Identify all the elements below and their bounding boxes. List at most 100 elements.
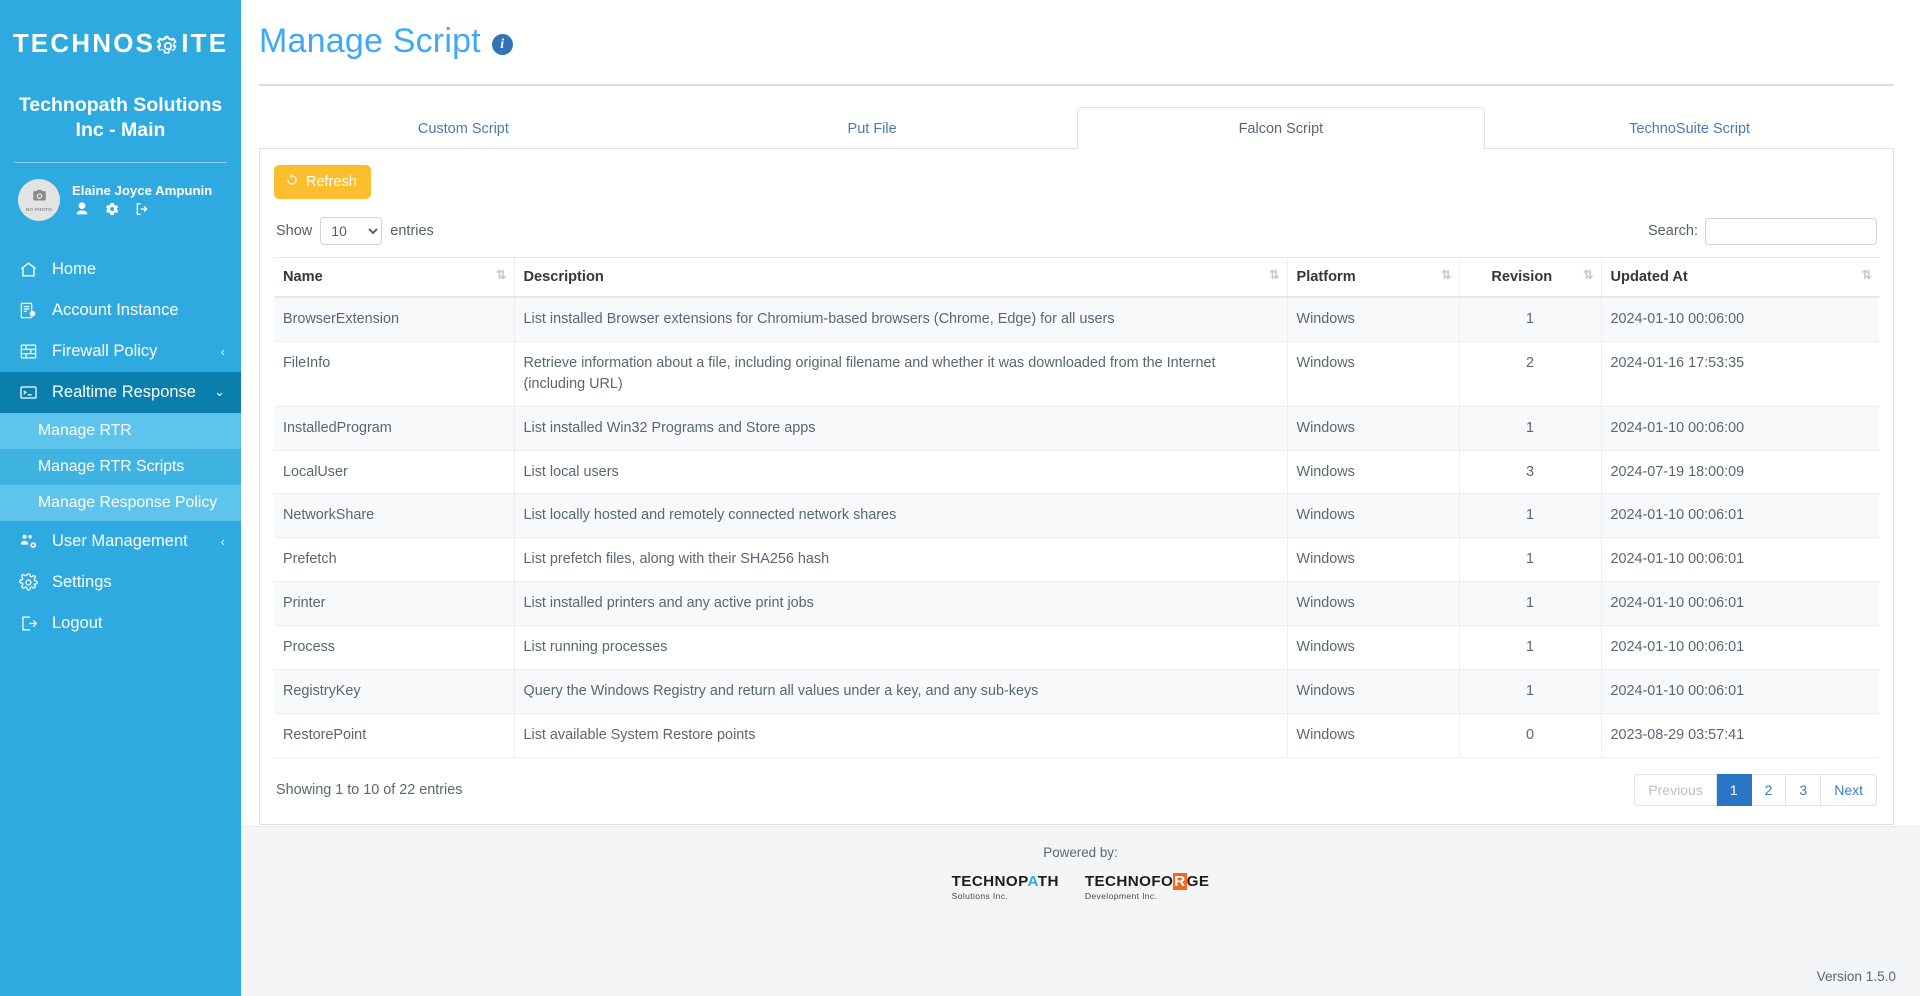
sidebar-nav: Home Account Instance Firewall Policy ‹ — [0, 249, 241, 644]
profile-icon[interactable] — [74, 201, 90, 217]
user-block: NO PHOTO Elaine Joyce Ampunin — [0, 163, 241, 235]
tab-label: Custom Script — [418, 121, 509, 137]
cell-platform: Windows — [1287, 713, 1459, 757]
pagination-previous[interactable]: Previous — [1634, 774, 1716, 807]
tab-bar: Custom Script Put File Falcon Script Tec… — [259, 107, 1894, 149]
cell-name: BrowserExtension — [274, 297, 514, 341]
tab-panel: Refresh Show 10 25 50 100 entries — [259, 149, 1894, 825]
sidebar-item-label: Logout — [52, 614, 102, 633]
pagination-page-1[interactable]: 1 — [1717, 774, 1752, 807]
sidebar-item-account-instance[interactable]: Account Instance — [0, 290, 241, 331]
tab-technosuite-script[interactable]: TechnoSuite Script — [1485, 107, 1894, 149]
table-info: Showing 1 to 10 of 22 entries — [276, 782, 462, 798]
table-row[interactable]: InstalledProgram List installed Win32 Pr… — [274, 406, 1879, 450]
cell-revision: 2 — [1459, 341, 1601, 406]
sidebar-item-firewall-policy[interactable]: Firewall Policy ‹ — [0, 331, 241, 372]
sidebar-item-settings[interactable]: Settings — [0, 562, 241, 603]
sidebar-subitem-label: Manage RTR Scripts — [38, 458, 184, 475]
tab-custom-script[interactable]: Custom Script — [259, 107, 668, 149]
technopath-logo-name: TECHNOPATH — [952, 874, 1059, 889]
cell-description: List installed printers and any active p… — [514, 582, 1287, 626]
page-length-select[interactable]: 10 25 50 100 — [320, 217, 382, 245]
pagination-page-3[interactable]: 3 — [1786, 774, 1821, 807]
page-title: Manage Script i — [259, 18, 1894, 61]
sidebar-item-logout[interactable]: Logout — [0, 603, 241, 644]
sidebar-item-manage-rtr-scripts[interactable]: Manage RTR Scripts — [0, 449, 241, 485]
brand-logo[interactable]: TECHNOS ITE — [0, 20, 241, 65]
title-rule — [259, 84, 1894, 86]
table-row[interactable]: Printer List installed printers and any … — [274, 582, 1879, 626]
tab-label: Put File — [848, 121, 897, 137]
table-header-row: ⇅ Name ⇅ Description ⇅ Platform — [274, 258, 1879, 298]
cell-platform: Windows — [1287, 406, 1459, 450]
tab-label: TechnoSuite Script — [1629, 121, 1750, 137]
sidebar-item-label: User Management — [52, 532, 188, 551]
table-row[interactable]: FileInfo Retrieve information about a fi… — [274, 341, 1879, 406]
cell-updated-at: 2024-07-19 18:00:09 — [1601, 450, 1879, 494]
table-row[interactable]: NetworkShare List locally hosted and rem… — [274, 494, 1879, 538]
chevron-left-icon[interactable]: ‹ — [221, 534, 225, 549]
avatar[interactable]: NO PHOTO — [18, 179, 60, 221]
sort-icon: ⇅ — [1441, 269, 1449, 282]
main-area: Manage Script i Custom Script Put File F… — [241, 0, 1920, 996]
column-label: Description — [524, 269, 604, 285]
user-actions — [72, 201, 212, 217]
footer-logos: TECHNOPATH Solutions Inc. TECHNOFORGE De… — [241, 874, 1920, 901]
column-header-updated-at[interactable]: ⇅ Updated At — [1601, 258, 1879, 298]
cell-platform: Windows — [1287, 538, 1459, 582]
page-length-control: Show 10 25 50 100 entries — [276, 217, 434, 245]
cell-revision: 1 — [1459, 494, 1601, 538]
brand-name-part2: ITE — [181, 28, 228, 59]
cell-revision: 1 — [1459, 406, 1601, 450]
cell-updated-at: 2024-01-10 00:06:00 — [1601, 406, 1879, 450]
refresh-icon — [285, 173, 299, 191]
search-input[interactable] — [1705, 218, 1877, 245]
info-icon[interactable]: i — [492, 34, 513, 55]
search-label: Search: — [1648, 223, 1698, 239]
column-header-name[interactable]: ⇅ Name — [274, 258, 514, 298]
table-row[interactable]: Prefetch List prefetch files, along with… — [274, 538, 1879, 582]
brand-name-part1: TECHNOS — [13, 28, 156, 59]
cell-name: Printer — [274, 582, 514, 626]
table-row[interactable]: Process List running processes Windows 1… — [274, 626, 1879, 670]
cell-description: List available System Restore points — [514, 713, 1287, 757]
sidebar-item-manage-response-policy[interactable]: Manage Response Policy — [0, 485, 241, 521]
column-header-revision[interactable]: ⇅ Revision — [1459, 258, 1601, 298]
column-header-description[interactable]: ⇅ Description — [514, 258, 1287, 298]
pagination-next[interactable]: Next — [1821, 774, 1877, 807]
table-head: ⇅ Name ⇅ Description ⇅ Platform — [274, 258, 1879, 298]
cell-updated-at: 2024-01-10 00:06:01 — [1601, 494, 1879, 538]
tab-falcon-script[interactable]: Falcon Script — [1077, 107, 1486, 149]
table-row[interactable]: RestorePoint List available System Resto… — [274, 713, 1879, 757]
logo-text-a: TECHNOP — [952, 873, 1028, 890]
cell-description: List local users — [514, 450, 1287, 494]
sidebar-item-manage-rtr[interactable]: Manage RTR — [0, 413, 241, 449]
table-row[interactable]: BrowserExtension List installed Browser … — [274, 297, 1879, 341]
account-instance-icon — [18, 301, 39, 320]
refresh-label: Refresh — [306, 174, 357, 190]
technoforge-logo-subtitle: Development Inc. — [1085, 892, 1210, 901]
sidebar-item-label: Realtime Response — [52, 383, 196, 402]
table-row[interactable]: RegistryKey Query the Windows Registry a… — [274, 669, 1879, 713]
sidebar-item-realtime-response[interactable]: Realtime Response ⌄ — [0, 372, 241, 413]
cell-name: FileInfo — [274, 341, 514, 406]
refresh-button[interactable]: Refresh — [274, 165, 371, 199]
tab-put-file[interactable]: Put File — [668, 107, 1077, 149]
table-row[interactable]: LocalUser List local users Windows 3 202… — [274, 450, 1879, 494]
cell-description: List installed Win32 Programs and Store … — [514, 406, 1287, 450]
cell-description: List installed Browser extensions for Ch… — [514, 297, 1287, 341]
cell-platform: Windows — [1287, 341, 1459, 406]
sidebar-item-home[interactable]: Home — [0, 249, 241, 290]
sidebar-item-user-management[interactable]: User Management ‹ — [0, 521, 241, 562]
cell-revision: 1 — [1459, 297, 1601, 341]
pagination-page-2[interactable]: 2 — [1752, 774, 1787, 807]
cell-name: RestorePoint — [274, 713, 514, 757]
cell-revision: 1 — [1459, 538, 1601, 582]
column-header-platform[interactable]: ⇅ Platform — [1287, 258, 1459, 298]
logout-icon[interactable] — [134, 201, 150, 217]
chevron-left-icon[interactable]: ‹ — [221, 344, 225, 359]
logout-icon — [18, 614, 39, 633]
logo-accent-letter: R — [1173, 873, 1186, 890]
settings-gear-icon[interactable] — [104, 201, 120, 217]
chevron-down-icon[interactable]: ⌄ — [214, 384, 225, 400]
